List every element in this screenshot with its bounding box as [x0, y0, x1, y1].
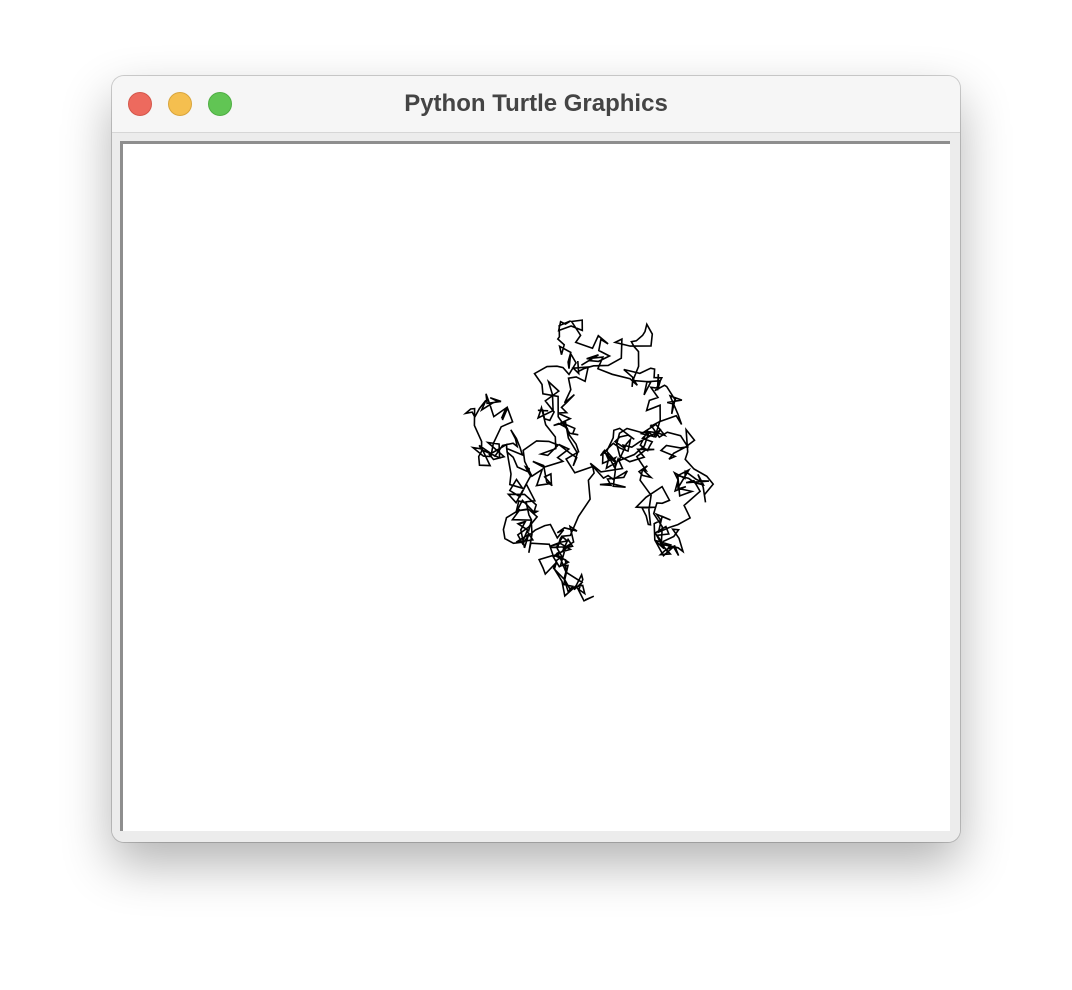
title-bar[interactable]: Python Turtle Graphics	[112, 76, 960, 133]
turtle-canvas[interactable]	[120, 141, 950, 831]
turtle-path	[462, 319, 715, 602]
turtle-window: Python Turtle Graphics	[112, 76, 960, 842]
window-content	[112, 133, 960, 842]
window-title: Python Turtle Graphics	[404, 90, 668, 117]
turtle-drawing	[462, 319, 715, 602]
